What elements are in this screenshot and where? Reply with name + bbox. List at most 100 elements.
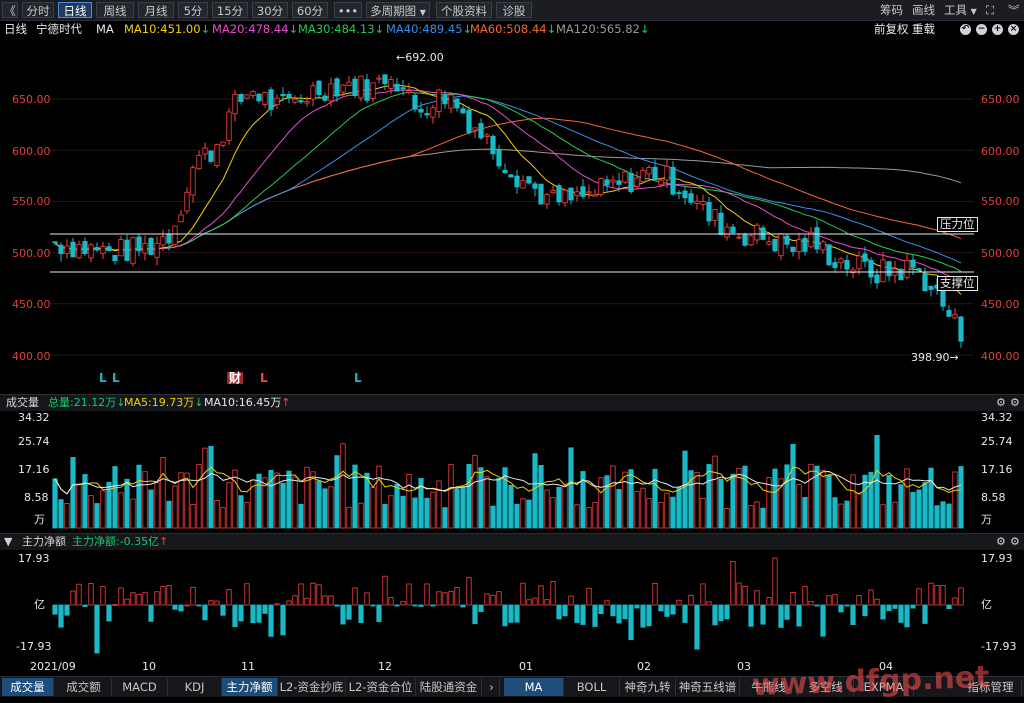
capital-bar [754,590,760,606]
settings-gear-icon[interactable]: ⚙ [996,535,1006,549]
capital-bar [442,592,448,606]
candle-body [100,246,106,254]
tab-magic-nine[interactable]: 神奇九转 [620,678,676,696]
tab-northbound[interactable]: 陆股通资金 [416,678,482,696]
event-mark-l[interactable]: L [354,372,362,384]
period-tab-monthly[interactable]: 月线 [138,2,174,18]
settings-gear-icon[interactable]: ⚙ [996,396,1006,410]
volume-bar [796,484,802,529]
period-tab-fenshi[interactable]: 分时 [22,2,54,18]
candle-body [304,101,310,104]
candle-body [838,258,844,264]
volume-bar [376,465,382,529]
candle-body [76,243,82,259]
event-mark-l[interactable]: L [112,372,120,384]
more-periods-button[interactable]: ••• [334,2,362,18]
overlay-button[interactable]: 重载 [912,22,935,37]
candle-body [124,239,130,261]
period-tab-weekly[interactable]: 周线 [96,2,134,18]
tab-turnover[interactable]: 成交额 [56,678,112,696]
capital-bar [58,604,64,628]
volume-bar [148,489,154,529]
low-price-text: 398.90 [911,351,950,364]
ma10-value: MA10:451.00↓ [124,22,210,37]
tools-dropdown[interactable]: 工具 ▼ [944,2,977,18]
tab-l2-position[interactable]: L2-资金合位 [346,678,416,696]
candle-body [292,98,298,103]
volume-bar [394,483,400,529]
capital-bar [268,604,274,637]
candle-body [64,245,70,255]
left-arrow-icon: ← [396,51,406,64]
volume-axis-right-2: 17.16 [981,463,1013,476]
period-tab-daily[interactable]: 日线 [58,2,92,18]
capital-bar [190,586,196,606]
period-tab-30min[interactable]: 30分 [252,2,288,18]
volume-bar [388,495,394,529]
period-tab-5min[interactable]: 5分 [178,2,208,18]
candle-body [802,237,808,252]
tab-l2-bottom[interactable]: L2-资金抄底 [278,678,346,696]
candle-body [658,179,664,186]
volume-bar [550,497,556,529]
candle-body [190,167,196,196]
volume-bar [532,453,538,529]
close-icon[interactable]: × [1008,24,1019,35]
support-label[interactable]: 支撑位 [937,276,978,291]
ma-indicator-label[interactable]: MA [96,22,114,37]
candlesticks [52,73,964,348]
chevron-right-icon[interactable]: › [484,678,500,696]
capital-bar [778,604,784,628]
settings-gear-icon[interactable]: ⚙ [1010,535,1020,549]
tab-boll[interactable]: BOLL [564,678,620,696]
tab-kdj[interactable]: KDJ [168,678,222,696]
stock-info-button[interactable]: 个股资料 [436,2,492,18]
period-tab-60min[interactable]: 60分 [292,2,328,18]
zoom-in-icon[interactable]: + [992,24,1003,35]
capital-title[interactable]: 主力净额 [22,535,66,549]
event-mark-earnings[interactable]: 财 [227,372,244,384]
tab-volume[interactable]: 成交量 [2,678,54,696]
candle-body [142,242,148,254]
draw-line-button[interactable]: 画线 [912,2,935,18]
event-mark-l[interactable]: L [99,372,107,384]
candle-body [136,236,142,252]
volume-bar [904,468,910,529]
volume-axis-right-unit: 万 [981,513,992,526]
chips-button[interactable]: 筹码 [880,2,903,18]
resistance-label[interactable]: 压力位 [937,217,978,232]
capital-axis-right-mid: 亿 [981,598,992,611]
ma40-value: MA40:489.45↓ [386,22,472,37]
tab-ma[interactable]: MA [504,678,564,696]
stock-name: 宁德时代 [36,22,82,36]
settings-gear-icon[interactable]: ⚙ [1010,396,1020,410]
period-tab-15min[interactable]: 15分 [212,2,248,18]
collapse-icon[interactable]: ︾ [1008,2,1020,18]
candle-body [868,260,874,278]
capital-bar [490,594,496,606]
volume-bar [544,489,550,529]
diagnose-button[interactable]: 诊股 [496,2,532,18]
tab-main-capital[interactable]: 主力净额 [222,678,278,696]
back-button[interactable]: 《 [2,2,18,18]
event-mark-l[interactable]: L [260,372,268,384]
back-circle-icon[interactable]: ↶ [960,24,971,35]
volume-bar [892,501,898,529]
candle-body [526,176,532,184]
multi-period-dropdown[interactable]: 多周期图 ▼ [366,2,430,18]
adjust-mode[interactable]: 前复权 [874,22,909,37]
expand-icon[interactable]: ⛶ [986,2,994,18]
stock-chart[interactable] [0,38,1024,676]
volume-bar [346,506,352,529]
candle-body [814,227,820,250]
tab-magic-five[interactable]: 神奇五线谱 [676,678,740,696]
collapse-triangle-icon[interactable]: ▼ [4,535,12,549]
volume-bar [448,464,454,529]
capital-bar [448,591,454,606]
volume-bar [454,488,460,529]
up-arrow-icon: ↑ [281,396,291,409]
tab-macd[interactable]: MACD [112,678,168,696]
zoom-out-icon[interactable]: − [976,24,987,35]
candle-body [310,85,316,100]
volume-title[interactable]: 成交量 [6,396,39,410]
